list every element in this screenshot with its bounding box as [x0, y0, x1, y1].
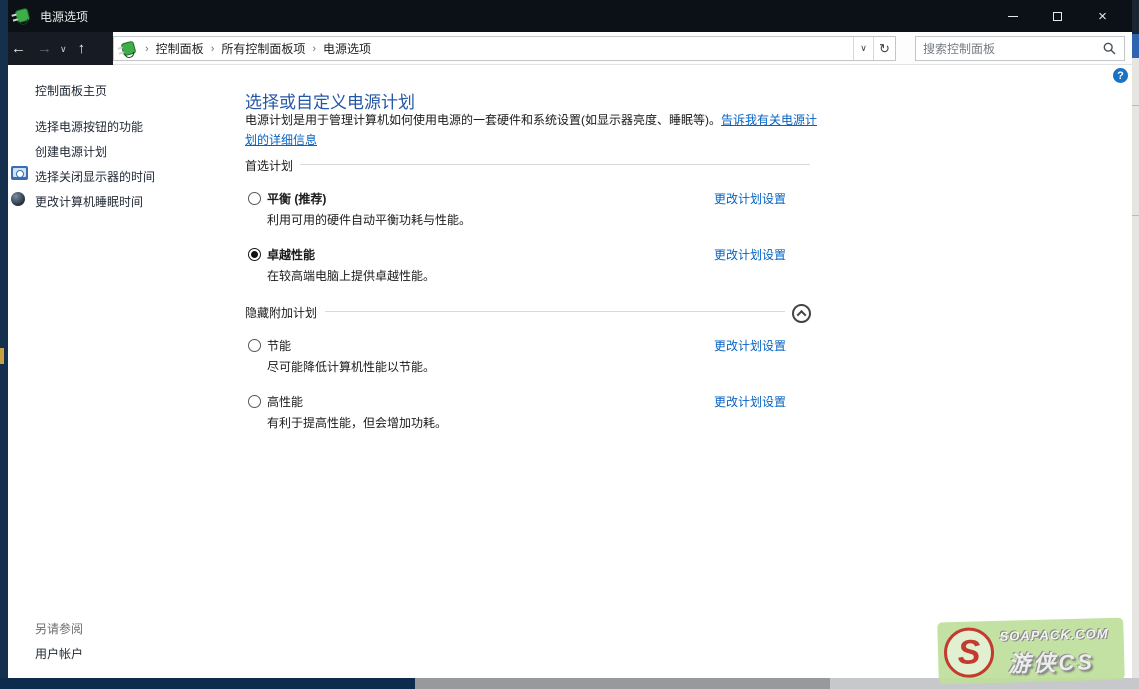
chevron-up-icon	[797, 310, 807, 320]
background-window-divider	[1132, 215, 1139, 216]
tell-me-more-link-wrap[interactable]: 划的详细信息	[245, 133, 317, 147]
forward-icon[interactable]: →	[37, 40, 52, 57]
chevron-down-icon: ∨	[860, 43, 867, 54]
background-window-titlebar-sliver	[1132, 0, 1139, 34]
desktop-edge-left	[0, 0, 8, 689]
help-icon[interactable]: ?	[1113, 68, 1128, 83]
section-divider	[300, 164, 810, 165]
minimize-icon	[1008, 16, 1018, 17]
change-plan-settings-link-high-performance[interactable]: 更改计划设置	[714, 393, 786, 410]
sidebar-item-create-plan[interactable]: 创建电源计划	[35, 143, 107, 160]
search-box	[915, 36, 1125, 61]
change-plan-settings-link-ultimate[interactable]: 更改计划设置	[714, 246, 786, 263]
sidebar-item-display-off-time[interactable]: 选择关闭显示器的时间	[35, 168, 155, 185]
plan-desc-power-saver: 尽可能降低计算机性能以节能。	[267, 358, 435, 375]
refresh-icon: ↻	[879, 41, 890, 57]
address-power-icon	[120, 41, 138, 57]
change-plan-settings-link-power-saver[interactable]: 更改计划设置	[714, 337, 786, 354]
intro-body: 电源计划是用于管理计算机如何使用电源的一套硬件和系统设置(如显示器亮度、睡眠等)…	[245, 113, 721, 127]
refresh-button[interactable]: ↻	[873, 37, 895, 60]
watermark-line2: 游侠CS	[1008, 644, 1095, 678]
watermark-line1: SOAPACK.COM	[999, 626, 1108, 644]
section-hidden-plans-label: 隐藏附加计划	[245, 304, 317, 321]
desktop-edge-right	[1132, 0, 1139, 689]
plan-name-high-performance[interactable]: 高性能	[267, 393, 303, 410]
radio-balanced[interactable]	[248, 192, 261, 205]
section-preferred-plans-label: 首选计划	[245, 157, 293, 174]
breadcrumb-power-options[interactable]: 电源选项	[323, 40, 371, 57]
nav-arrows: ← → ∨ ↑	[0, 32, 113, 65]
display-clock-icon	[11, 166, 28, 180]
search-icon[interactable]	[1103, 42, 1116, 55]
see-also-label: 另请参阅	[35, 620, 83, 637]
intro-text: 电源计划是用于管理计算机如何使用电源的一套硬件和系统设置(如显示器亮度、睡眠等)…	[245, 110, 830, 150]
tell-me-more-link[interactable]: 告诉我有关电源计	[721, 113, 817, 127]
desktop-edge-notch	[0, 348, 4, 364]
breadcrumb-separator: ›	[312, 43, 316, 55]
plan-name-ultimate-performance[interactable]: 卓越性能	[267, 246, 315, 263]
plan-desc-high-performance: 有利于提高性能，但会增加功耗。	[267, 414, 447, 431]
bottom-strip-navy	[0, 678, 415, 689]
minimize-button[interactable]	[990, 0, 1035, 32]
search-input[interactable]	[923, 40, 1093, 57]
collapse-section-button[interactable]	[792, 304, 811, 323]
background-window-accent-sliver	[1132, 34, 1139, 58]
up-icon[interactable]: ↑	[78, 40, 86, 57]
window-controls: ×	[990, 0, 1125, 32]
breadcrumb-separator: ›	[145, 43, 149, 55]
background-window-divider	[1132, 105, 1139, 106]
sidebar-item-sleep-time[interactable]: 更改计算机睡眠时间	[35, 193, 143, 210]
breadcrumb-control-panel[interactable]: 控制面板	[156, 40, 204, 57]
maximize-icon	[1053, 12, 1062, 21]
plan-name-balanced[interactable]: 平衡 (推荐)	[267, 190, 326, 207]
sidebar-item-control-panel-home[interactable]: 控制面板主页	[35, 82, 107, 99]
address-bar[interactable]: › 控制面板 › 所有控制面板项 › 电源选项 ∨ ↻	[113, 36, 896, 61]
breadcrumb-separator: ›	[211, 43, 215, 55]
plan-desc-balanced: 利用可用的硬件自动平衡功耗与性能。	[267, 211, 471, 228]
radio-ultimate-performance[interactable]	[248, 248, 261, 261]
recent-pages-dropdown-icon[interactable]: ∨	[60, 44, 67, 55]
bottom-strip-gray	[415, 678, 830, 689]
breadcrumb-all-items[interactable]: 所有控制面板项	[221, 40, 305, 57]
plan-name-power-saver[interactable]: 节能	[267, 337, 291, 354]
radio-high-performance[interactable]	[248, 395, 261, 408]
power-options-icon	[14, 8, 32, 24]
sleep-moon-icon	[11, 192, 25, 206]
navigation-bar: ← → ∨ ↑ › 控制面板 › 所有控制面板项 › 电源选项 ∨ ↻	[0, 32, 1132, 65]
radio-power-saver[interactable]	[248, 339, 261, 352]
section-divider	[325, 311, 785, 312]
sidebar-item-user-accounts[interactable]: 用户帐户	[35, 645, 83, 662]
titlebar: 电源选项 ×	[0, 0, 1132, 32]
plan-desc-ultimate-performance: 在较高端电脑上提供卓越性能。	[267, 267, 435, 284]
power-options-window: 电源选项 × ← → ∨ ↑ › 控制面板 › 所有控制面板项 › 电源选项 ∨…	[0, 0, 1139, 689]
watermark: S SOAPACK.COM 游侠CS	[937, 618, 1125, 685]
close-icon: ×	[1098, 9, 1107, 24]
window-title: 电源选项	[40, 8, 88, 25]
back-icon[interactable]: ←	[11, 40, 26, 57]
sidebar-item-power-buttons[interactable]: 选择电源按钮的功能	[35, 118, 143, 135]
close-button[interactable]: ×	[1080, 0, 1125, 32]
maximize-button[interactable]	[1035, 0, 1080, 32]
address-dropdown-button[interactable]: ∨	[853, 37, 873, 60]
watermark-logo: S	[943, 627, 994, 678]
change-plan-settings-link-balanced[interactable]: 更改计划设置	[714, 190, 786, 207]
